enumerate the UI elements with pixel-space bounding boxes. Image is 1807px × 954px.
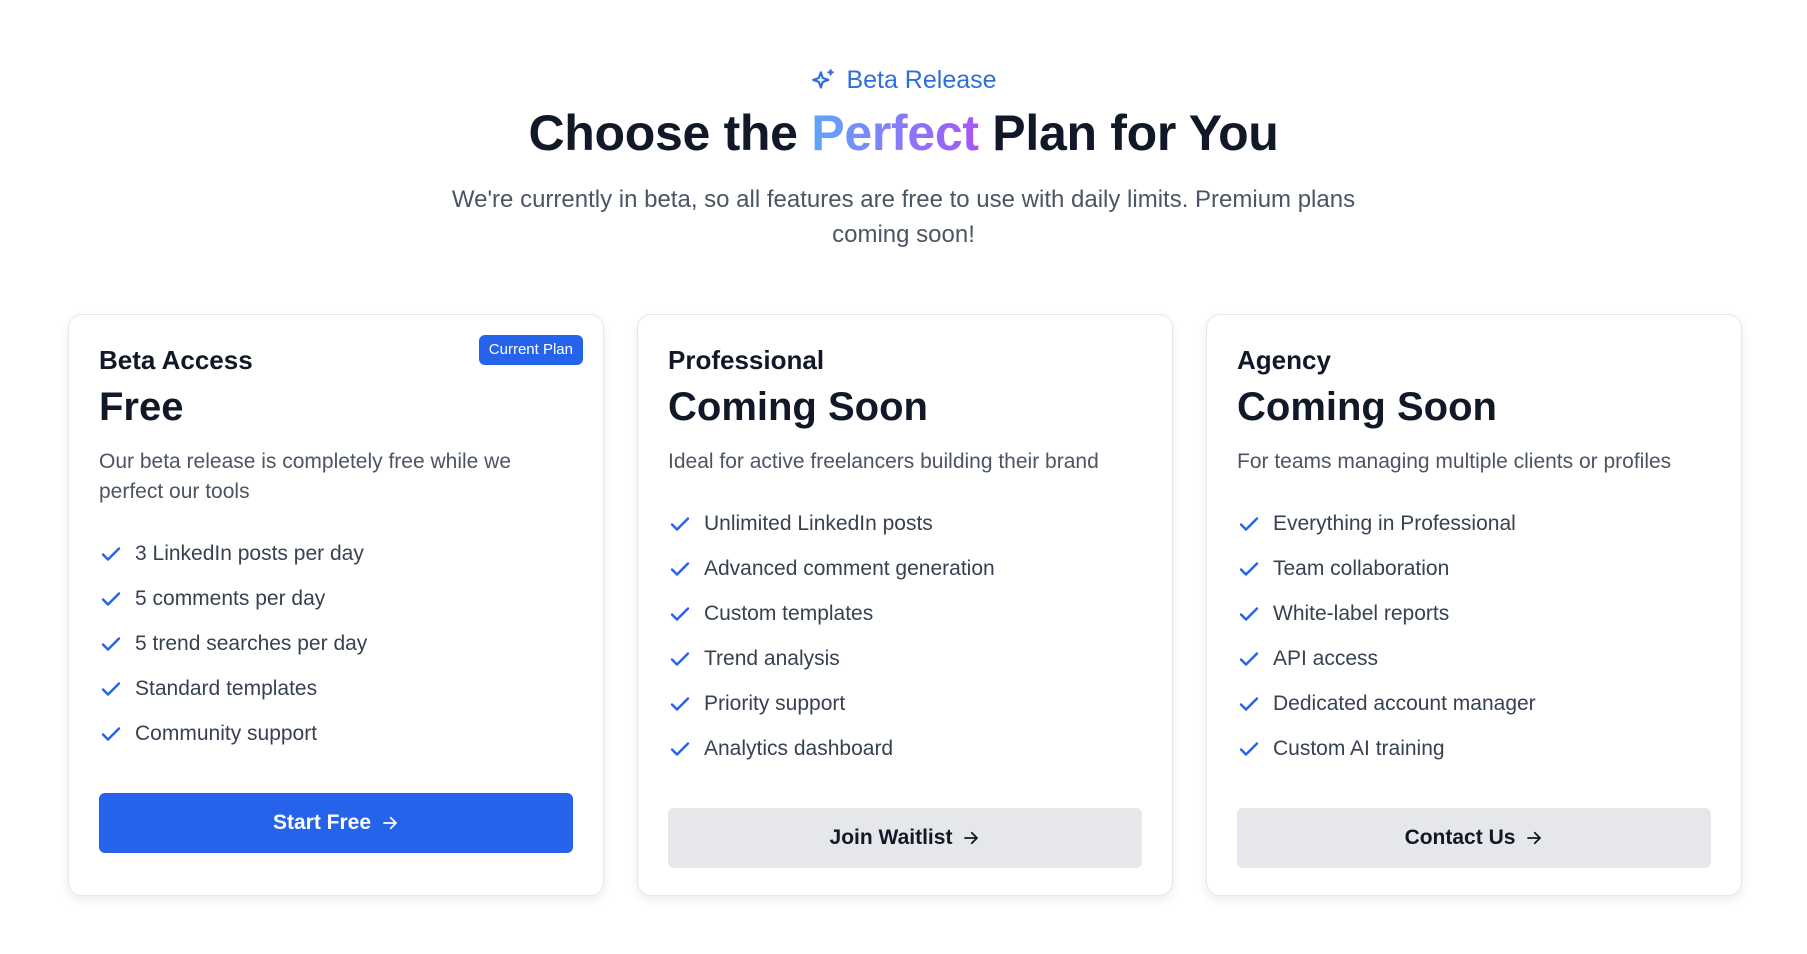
check-icon <box>1239 696 1259 711</box>
check-icon <box>1239 741 1259 756</box>
feature-item: 5 trend searches per day <box>99 621 573 666</box>
plan-name: Professional <box>668 345 825 375</box>
check-icon <box>1239 561 1259 576</box>
plan-card-professional: Professional Coming Soon Ideal for activ… <box>637 314 1173 896</box>
feature-label: API access <box>1273 646 1379 670</box>
feature-label: Trend analysis <box>704 646 840 670</box>
feature-item: Trend analysis <box>668 636 1142 681</box>
check-icon <box>670 561 690 576</box>
check-icon <box>101 546 121 561</box>
plan-name: Beta Access <box>99 345 253 375</box>
start-free-label: Start Free <box>272 811 372 834</box>
feature-item: Dedicated account manager <box>1237 681 1711 726</box>
check-icon <box>1239 651 1259 666</box>
arrow-right-icon <box>383 816 397 830</box>
feature-item: Analytics dashboard <box>668 726 1142 771</box>
feature-item: Custom templates <box>668 591 1142 636</box>
beta-badge-label: Beta Release <box>846 66 997 94</box>
feature-list: 3 LinkedIn posts per day 5 comments per … <box>99 531 573 756</box>
feature-list: Everything in Professional Team collabor… <box>1237 501 1711 771</box>
feature-label: White-label reports <box>1273 601 1450 625</box>
check-icon <box>670 516 690 531</box>
check-icon <box>101 726 121 741</box>
feature-label: 5 comments per day <box>135 586 326 610</box>
feature-item: Custom AI training <box>1237 726 1711 771</box>
contact-us-button[interactable]: Contact Us <box>1237 808 1711 868</box>
sparkles-icon <box>812 68 835 89</box>
plan-card-agency: Agency Coming Soon For teams managing mu… <box>1206 314 1742 896</box>
plan-description: For teams managing multiple clients or p… <box>1237 450 1672 473</box>
plan-description: Our beta release is completely free whil… <box>99 450 512 503</box>
plan-name: Agency <box>1237 345 1331 375</box>
check-icon <box>670 696 690 711</box>
feature-label: 3 LinkedIn posts per day <box>135 541 364 565</box>
check-icon <box>1239 516 1259 531</box>
feature-list: Unlimited LinkedIn posts Advanced commen… <box>668 501 1142 771</box>
arrow-right-icon <box>1527 831 1542 845</box>
check-icon <box>101 681 121 696</box>
feature-item: 3 LinkedIn posts per day <box>99 531 573 576</box>
check-icon <box>101 636 121 651</box>
feature-item: 5 comments per day <box>99 576 573 621</box>
feature-label: Dedicated account manager <box>1273 691 1536 715</box>
title-prefix: Choose the <box>528 105 812 161</box>
feature-item: White-label reports <box>1237 591 1711 636</box>
feature-label: Analytics dashboard <box>704 736 894 760</box>
page-title: Choose the Perfect Plan for You <box>0 104 1807 162</box>
feature-label: Team collaboration <box>1273 556 1450 580</box>
contact-us-label: Contact Us <box>1404 826 1516 849</box>
check-icon <box>101 591 121 606</box>
feature-item: Standard templates <box>99 666 573 711</box>
plan-price: Free <box>99 385 184 429</box>
feature-item: Community support <box>99 711 573 756</box>
arrow-right-icon <box>964 831 979 845</box>
feature-item: Advanced comment generation <box>668 546 1142 591</box>
join-waitlist-label: Join Waitlist <box>829 826 953 849</box>
start-free-button[interactable]: Start Free <box>99 793 573 853</box>
feature-item: Everything in Professional <box>1237 501 1711 546</box>
feature-label: Custom AI training <box>1273 736 1445 760</box>
feature-item: Priority support <box>668 681 1142 726</box>
plan-description: Ideal for active freelancers building th… <box>668 450 1099 473</box>
plan-card-beta-access: Current Plan Beta Access Free Our beta r… <box>68 314 604 896</box>
check-icon <box>670 606 690 621</box>
feature-item: Team collaboration <box>1237 546 1711 591</box>
check-icon <box>670 741 690 756</box>
feature-item: Unlimited LinkedIn posts <box>668 501 1142 546</box>
feature-label: Priority support <box>704 691 846 715</box>
feature-label: Standard templates <box>135 676 318 700</box>
title-suffix: Plan for You <box>978 105 1279 161</box>
page-subtitle: We're currently in beta, so all features… <box>451 186 1356 248</box>
check-icon <box>1239 606 1259 621</box>
join-waitlist-button[interactable]: Join Waitlist <box>668 808 1142 868</box>
plan-price: Coming Soon <box>668 385 928 429</box>
feature-label: 5 trend searches per day <box>135 631 368 655</box>
plan-price: Coming Soon <box>1237 385 1497 429</box>
title-highlight: Perfect <box>811 105 979 161</box>
beta-badge: Beta Release <box>0 66 1807 95</box>
feature-label: Advanced comment generation <box>704 556 995 580</box>
feature-item: API access <box>1237 636 1711 681</box>
feature-label: Everything in Professional <box>1273 511 1516 535</box>
check-icon <box>670 651 690 666</box>
feature-label: Unlimited LinkedIn posts <box>704 511 933 535</box>
feature-label: Custom templates <box>704 601 874 625</box>
feature-label: Community support <box>135 721 318 745</box>
